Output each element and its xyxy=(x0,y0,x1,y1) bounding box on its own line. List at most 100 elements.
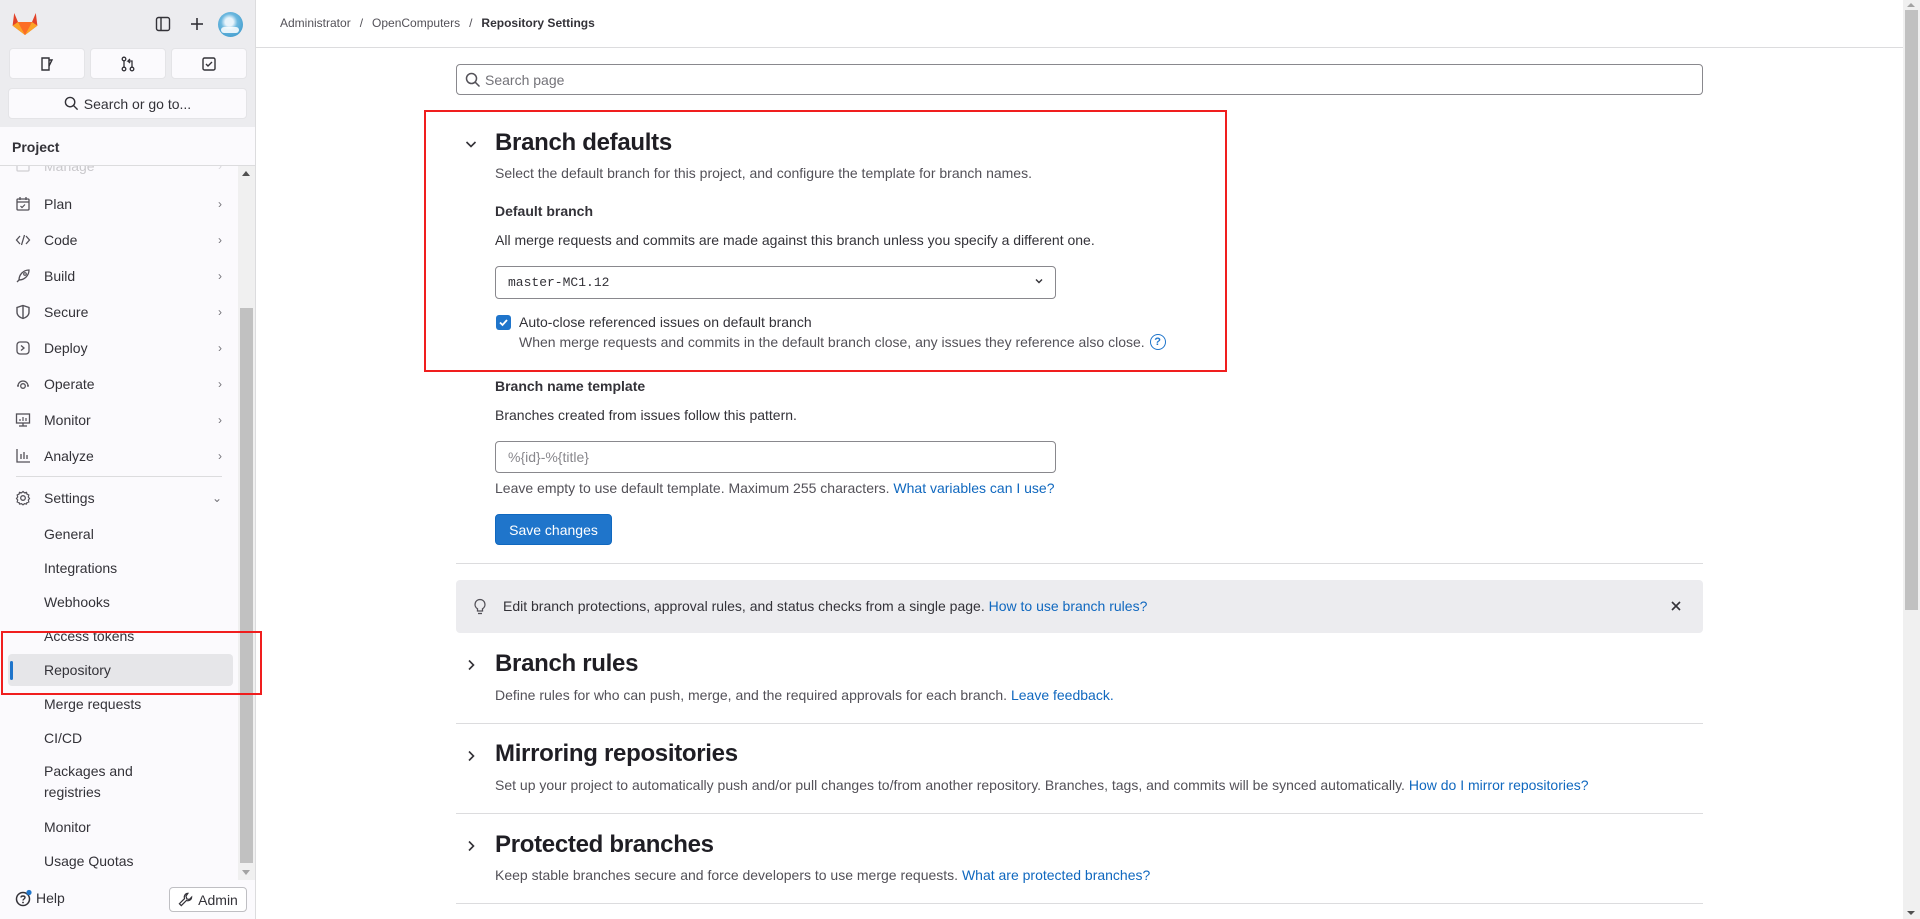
branch-rules-help-link[interactable]: How to use branch rules? xyxy=(989,598,1148,614)
sidebar-item-monitor[interactable]: Monitor › xyxy=(8,404,230,436)
checkmark-icon xyxy=(499,319,508,327)
alert-message: Edit branch protections, approval rules,… xyxy=(503,598,985,614)
chevron-right-icon[interactable] xyxy=(463,838,479,854)
save-changes-button[interactable]: Save changes xyxy=(495,514,612,545)
search-icon xyxy=(64,96,78,111)
breadcrumb: Administrator / OpenComputers / Reposito… xyxy=(280,16,595,30)
sidebar-item-code[interactable]: Code › xyxy=(8,224,230,256)
sidebar-item-manage[interactable]: Manage › xyxy=(8,166,230,182)
sidebar-subitem-webhooks[interactable]: Webhooks xyxy=(8,586,233,618)
sidebar-item-settings[interactable]: Settings ⌄ xyxy=(8,482,230,514)
close-icon[interactable] xyxy=(1666,596,1686,616)
chevron-right-icon: › xyxy=(218,305,222,319)
chevron-right-icon[interactable] xyxy=(463,748,479,764)
admin-label: Admin xyxy=(198,891,238,908)
sidebar-subitem-integrations[interactable]: Integrations xyxy=(8,552,233,584)
sidebar-item-label: Build xyxy=(44,268,76,284)
question-icon[interactable]: ? xyxy=(1149,334,1166,350)
sidebar-subitem-label: Usage Quotas xyxy=(44,852,134,869)
admin-button[interactable]: Admin xyxy=(169,887,247,912)
sidebar-item-build[interactable]: Build › xyxy=(8,260,230,292)
sidebar-subitem-label: Monitor xyxy=(44,818,91,835)
section-title-branch-defaults[interactable]: Branch defaults xyxy=(495,129,672,157)
section-divider xyxy=(456,903,1703,904)
search-page-field[interactable] xyxy=(456,64,1703,95)
section-title-branch-rules[interactable]: Branch rules xyxy=(495,650,638,678)
mirroring-description: Set up your project to automatically pus… xyxy=(495,777,1589,793)
gitlab-logo-icon[interactable] xyxy=(12,11,38,36)
breadcrumb-opencomputers[interactable]: OpenComputers xyxy=(372,16,460,30)
help-icon xyxy=(15,889,32,907)
manage-icon xyxy=(15,166,31,174)
template-note: Leave empty to use default template. Max… xyxy=(495,480,1055,496)
sidebar-subitem-access-tokens[interactable]: Access tokens xyxy=(8,620,233,652)
chevron-down-icon xyxy=(1033,275,1045,291)
scroll-up-arrow-icon[interactable] xyxy=(1907,3,1915,7)
sidebar-subitem-general[interactable]: General xyxy=(8,518,233,550)
gear-icon xyxy=(15,490,31,506)
chevron-right-icon: › xyxy=(218,197,222,211)
auto-close-checkbox[interactable] xyxy=(496,315,511,330)
sidebar-item-deploy[interactable]: Deploy › xyxy=(8,332,230,364)
plus-icon[interactable] xyxy=(185,12,209,36)
branch-defaults-description: Select the default branch for this proje… xyxy=(495,165,1032,181)
sidebar-header: Search or go to... xyxy=(0,0,255,127)
sidebar-item-secure[interactable]: Secure › xyxy=(8,296,230,328)
monitor-icon xyxy=(15,412,31,428)
mirror-help-link[interactable]: How do I mirror repositories? xyxy=(1409,777,1589,793)
section-title-protected-branches[interactable]: Protected branches xyxy=(495,831,714,859)
sidebar-subitem-cicd[interactable]: CI/CD xyxy=(8,722,233,754)
sidebar-item-label: Analyze xyxy=(44,448,94,464)
merge-requests-button[interactable] xyxy=(90,48,166,79)
page-scrollbar-thumb[interactable] xyxy=(1905,10,1918,610)
chevron-right-icon[interactable] xyxy=(463,657,479,673)
chevron-down-icon[interactable] xyxy=(463,136,479,152)
sidebar-scrollbar-thumb[interactable] xyxy=(240,308,253,863)
collapse-sidebar-icon[interactable] xyxy=(151,12,175,36)
sidebar-item-operate[interactable]: Operate › xyxy=(8,368,230,400)
sidebar-subitem-packages-registries[interactable]: Packages and registries xyxy=(8,756,233,808)
code-icon xyxy=(15,232,31,248)
sidebar-subitem-label: General xyxy=(44,525,94,542)
leave-feedback-link[interactable]: Leave feedback. xyxy=(1011,687,1114,703)
sidebar-item-analyze[interactable]: Analyze › xyxy=(8,440,230,472)
sidebar-item-label: Code xyxy=(44,232,78,248)
section-title-mirroring-repositories[interactable]: Mirroring repositories xyxy=(495,740,738,768)
avatar[interactable] xyxy=(218,12,243,37)
scroll-down-arrow-icon[interactable] xyxy=(242,870,250,875)
chevron-right-icon: › xyxy=(218,269,222,283)
sidebar-subitem-monitor[interactable]: Monitor xyxy=(8,811,233,843)
page-scrollbar[interactable] xyxy=(1903,0,1920,919)
sidebar-item-plan[interactable]: Plan › xyxy=(8,188,230,220)
sidebar-subitem-label: CI/CD xyxy=(44,729,83,746)
global-search-button[interactable]: Search or go to... xyxy=(8,88,247,119)
issues-button[interactable] xyxy=(9,48,85,79)
todo-button[interactable] xyxy=(171,48,247,79)
breadcrumb-separator: / xyxy=(469,16,473,30)
chevron-right-icon: › xyxy=(218,166,222,173)
sidebar-scrollbar[interactable] xyxy=(238,166,255,880)
chevron-down-icon: ⌄ xyxy=(211,491,222,505)
sidebar-item-label: Manage xyxy=(44,166,95,174)
sidebar-subitem-merge-requests[interactable]: Merge requests xyxy=(8,688,233,720)
auto-close-label[interactable]: Auto-close referenced issues on default … xyxy=(519,314,812,330)
scroll-down-arrow-icon[interactable] xyxy=(1907,911,1915,915)
protected-branches-help-link[interactable]: What are protected branches? xyxy=(962,867,1150,883)
default-branch-help: All merge requests and commits are made … xyxy=(495,232,1095,248)
sidebar-subitem-label: Repository xyxy=(44,661,111,678)
breadcrumb-administrator[interactable]: Administrator xyxy=(280,16,351,30)
sidebar-divider xyxy=(16,476,222,477)
section-divider xyxy=(456,563,1703,564)
issues-icon xyxy=(41,56,54,71)
chevron-right-icon: › xyxy=(218,413,222,427)
scroll-up-arrow-icon[interactable] xyxy=(242,171,250,176)
default-branch-select[interactable]: master-MC1.12 xyxy=(495,266,1056,299)
deploy-icon xyxy=(15,340,31,356)
search-page-input[interactable] xyxy=(485,71,1702,88)
template-variables-link[interactable]: What variables can I use? xyxy=(893,480,1054,496)
template-help: Branches created from issues follow this… xyxy=(495,407,797,423)
help-button[interactable]: Help xyxy=(15,889,65,907)
sidebar-subitem-usage-quotas[interactable]: Usage Quotas xyxy=(8,845,233,877)
sidebar-subitem-repository[interactable]: Repository xyxy=(8,654,233,686)
branch-name-template-input[interactable] xyxy=(495,441,1056,473)
